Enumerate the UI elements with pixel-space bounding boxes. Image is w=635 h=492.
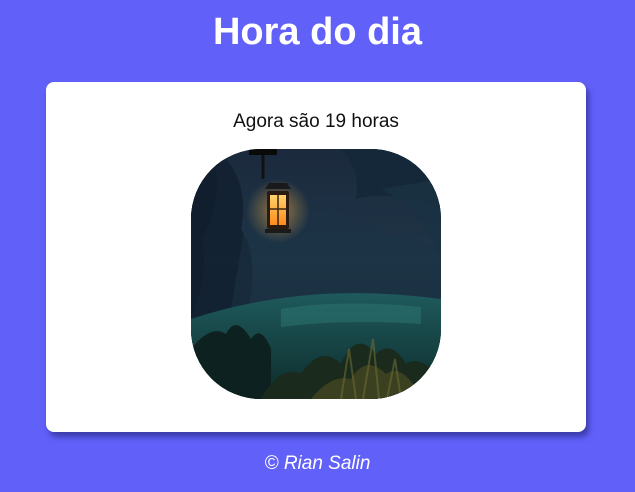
footer-credit: © Rian Salin bbox=[264, 453, 371, 474]
time-card: Agora são 19 horas bbox=[46, 82, 586, 432]
time-of-day-image bbox=[191, 149, 441, 399]
night-garden-scene bbox=[191, 149, 441, 399]
page-title: Hora do dia bbox=[212, 11, 423, 53]
time-message: Agora são 19 horas bbox=[233, 111, 399, 132]
